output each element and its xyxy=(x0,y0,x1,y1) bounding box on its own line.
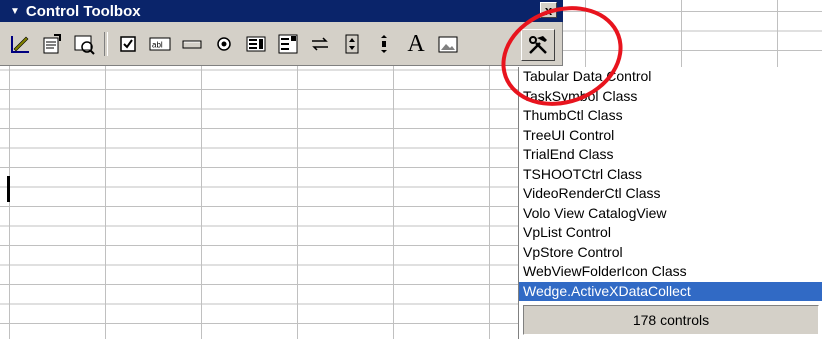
toolbox-titlebar[interactable]: ▼ Control Toolbox x xyxy=(0,0,563,22)
label-tool-text: A xyxy=(407,30,425,57)
toolbar-separator xyxy=(104,32,108,56)
toolbox-title: Control Toolbox xyxy=(25,2,141,20)
image-tool-icon[interactable] xyxy=(434,30,462,58)
list-item[interactable]: WebViewFolderIcon Class xyxy=(519,262,822,282)
list-item[interactable]: VpStore Control xyxy=(519,243,822,263)
list-item[interactable]: TreeUI Control xyxy=(519,126,822,146)
properties-icon[interactable] xyxy=(38,30,66,58)
more-controls-list[interactable]: Tabular Data Control TaskSymbol Class Thum… xyxy=(518,67,822,339)
titlebar-menu-arrow-icon[interactable]: ▼ xyxy=(10,6,20,17)
list-item[interactable]: VpList Control xyxy=(519,223,822,243)
label-tool-icon[interactable]: A xyxy=(402,30,430,58)
spin-button-tool-icon[interactable] xyxy=(338,30,366,58)
controls-count-status: 178 controls xyxy=(523,305,819,335)
combobox-tool-icon[interactable] xyxy=(274,30,302,58)
textbox-tool-icon[interactable]: abl xyxy=(146,30,174,58)
design-mode-icon[interactable] xyxy=(6,30,34,58)
command-button-tool-icon[interactable] xyxy=(178,30,206,58)
list-item[interactable]: ThumbCtl Class xyxy=(519,106,822,126)
list-item[interactable]: Volo View CatalogView xyxy=(519,204,822,224)
scrollbar-tool-icon[interactable] xyxy=(370,30,398,58)
checkbox-tool-icon[interactable] xyxy=(114,30,142,58)
view-code-icon[interactable] xyxy=(70,30,98,58)
listbox-tool-icon[interactable] xyxy=(242,30,270,58)
svg-text:abl: abl xyxy=(152,41,163,50)
option-button-tool-icon[interactable] xyxy=(210,30,238,58)
text-cursor xyxy=(7,176,10,202)
toolbox-tools: abl A xyxy=(6,28,466,60)
list-item[interactable]: TSHOOTCtrl Class xyxy=(519,165,822,185)
list-item[interactable]: Wedge.ActiveXDataCollect xyxy=(519,281,822,301)
list-item[interactable]: TrialEnd Class xyxy=(519,145,822,165)
control-toolbox: ▼ Control Toolbox x abl A xyxy=(0,0,563,66)
toggle-button-tool-icon[interactable] xyxy=(306,30,334,58)
list-item[interactable]: VideoRenderCtl Class xyxy=(519,184,822,204)
